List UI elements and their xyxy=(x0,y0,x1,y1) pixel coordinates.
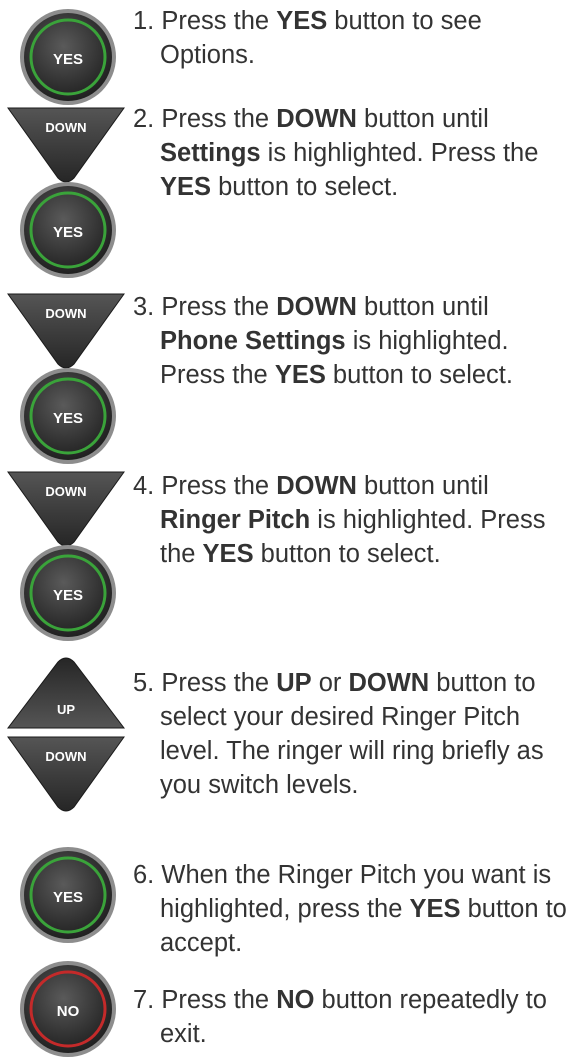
yes-button-icon: YES xyxy=(20,368,116,464)
svg-text:YES: YES xyxy=(53,587,83,604)
down-label: DOWN xyxy=(45,120,86,135)
up-label: UP xyxy=(57,702,75,717)
no-label: NO xyxy=(57,1003,80,1020)
down-arrow-icon: DOWN xyxy=(7,471,125,547)
yes-button-icon: YES xyxy=(20,182,116,278)
yes-button-icon: YES xyxy=(20,847,116,943)
no-button-icon: NO xyxy=(20,961,116,1057)
down-arrow-icon: DOWN xyxy=(7,293,125,369)
step-6: 6. When the Ringer Pitch you want is hig… xyxy=(133,861,567,957)
svg-text:DOWN: DOWN xyxy=(45,484,86,499)
svg-text:YES: YES xyxy=(53,410,83,427)
svg-text:YES: YES xyxy=(53,224,83,241)
svg-text:DOWN: DOWN xyxy=(45,306,86,321)
step-3: 3. Press the DOWN button until Phone Set… xyxy=(133,293,513,389)
up-arrow-icon: UP xyxy=(6,657,126,729)
down-arrow-icon: DOWN xyxy=(7,736,125,812)
down-arrow-icon: DOWN xyxy=(7,107,125,183)
yes-label: YES xyxy=(53,51,83,68)
svg-text:YES: YES xyxy=(53,889,83,906)
step-7: 7. Press the NO button repeatedly to exi… xyxy=(133,986,547,1048)
svg-text:DOWN: DOWN xyxy=(45,749,86,764)
step-5: 5. Press the UP or DOWN button to select… xyxy=(133,669,544,799)
yes-button-icon: YES xyxy=(20,9,116,105)
step-4: 4. Press the DOWN button until Ringer Pi… xyxy=(133,472,546,568)
yes-button-icon: YES xyxy=(20,545,116,641)
step-1: 1. Press the YES button to see Options. xyxy=(133,7,482,69)
step-2: 2. Press the DOWN button until Settings … xyxy=(133,105,539,201)
